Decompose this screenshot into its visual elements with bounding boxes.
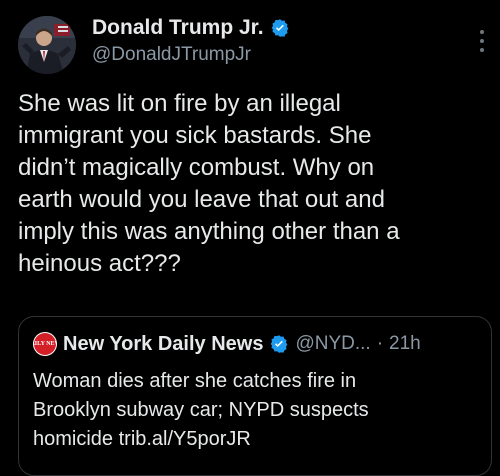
header-separator: · — [376, 333, 384, 354]
author-name[interactable]: Donald Trump Jr. — [92, 16, 264, 40]
more-options-button[interactable] — [478, 30, 486, 52]
verified-badge-icon — [270, 18, 290, 38]
tweet[interactable]: Donald Trump Jr. @DonaldJTrumpJr She was… — [0, 0, 500, 476]
quoted-tweet-card[interactable]: DAILY NEWS New York Daily News @NYD... ·… — [18, 316, 492, 476]
author-name-row: Donald Trump Jr. — [92, 14, 290, 42]
quoted-tweet-header: DAILY NEWS New York Daily News @NYD... ·… — [33, 331, 421, 357]
quoted-author-handle[interactable]: @NYD... — [295, 333, 370, 355]
daily-news-logo-text: DAILY NEWS — [33, 333, 57, 355]
daily-news-logo-icon: DAILY NEWS — [33, 332, 57, 356]
quoted-timestamp[interactable]: 21h — [389, 333, 421, 355]
tweet-text: She was lit on fire by an illegal immigr… — [18, 90, 400, 277]
verified-badge-icon — [269, 334, 289, 354]
quoted-tweet-text: Woman dies after she catches fire in Bro… — [33, 370, 369, 450]
more-vertical-icon-dot — [480, 39, 484, 43]
author-avatar[interactable] — [18, 16, 76, 74]
more-vertical-icon-dot — [480, 48, 484, 52]
avatar-image — [18, 16, 76, 74]
author-handle[interactable]: @DonaldJTrumpJr — [92, 44, 251, 66]
quoted-author-name[interactable]: New York Daily News — [63, 333, 263, 356]
more-vertical-icon-dot — [480, 30, 484, 34]
